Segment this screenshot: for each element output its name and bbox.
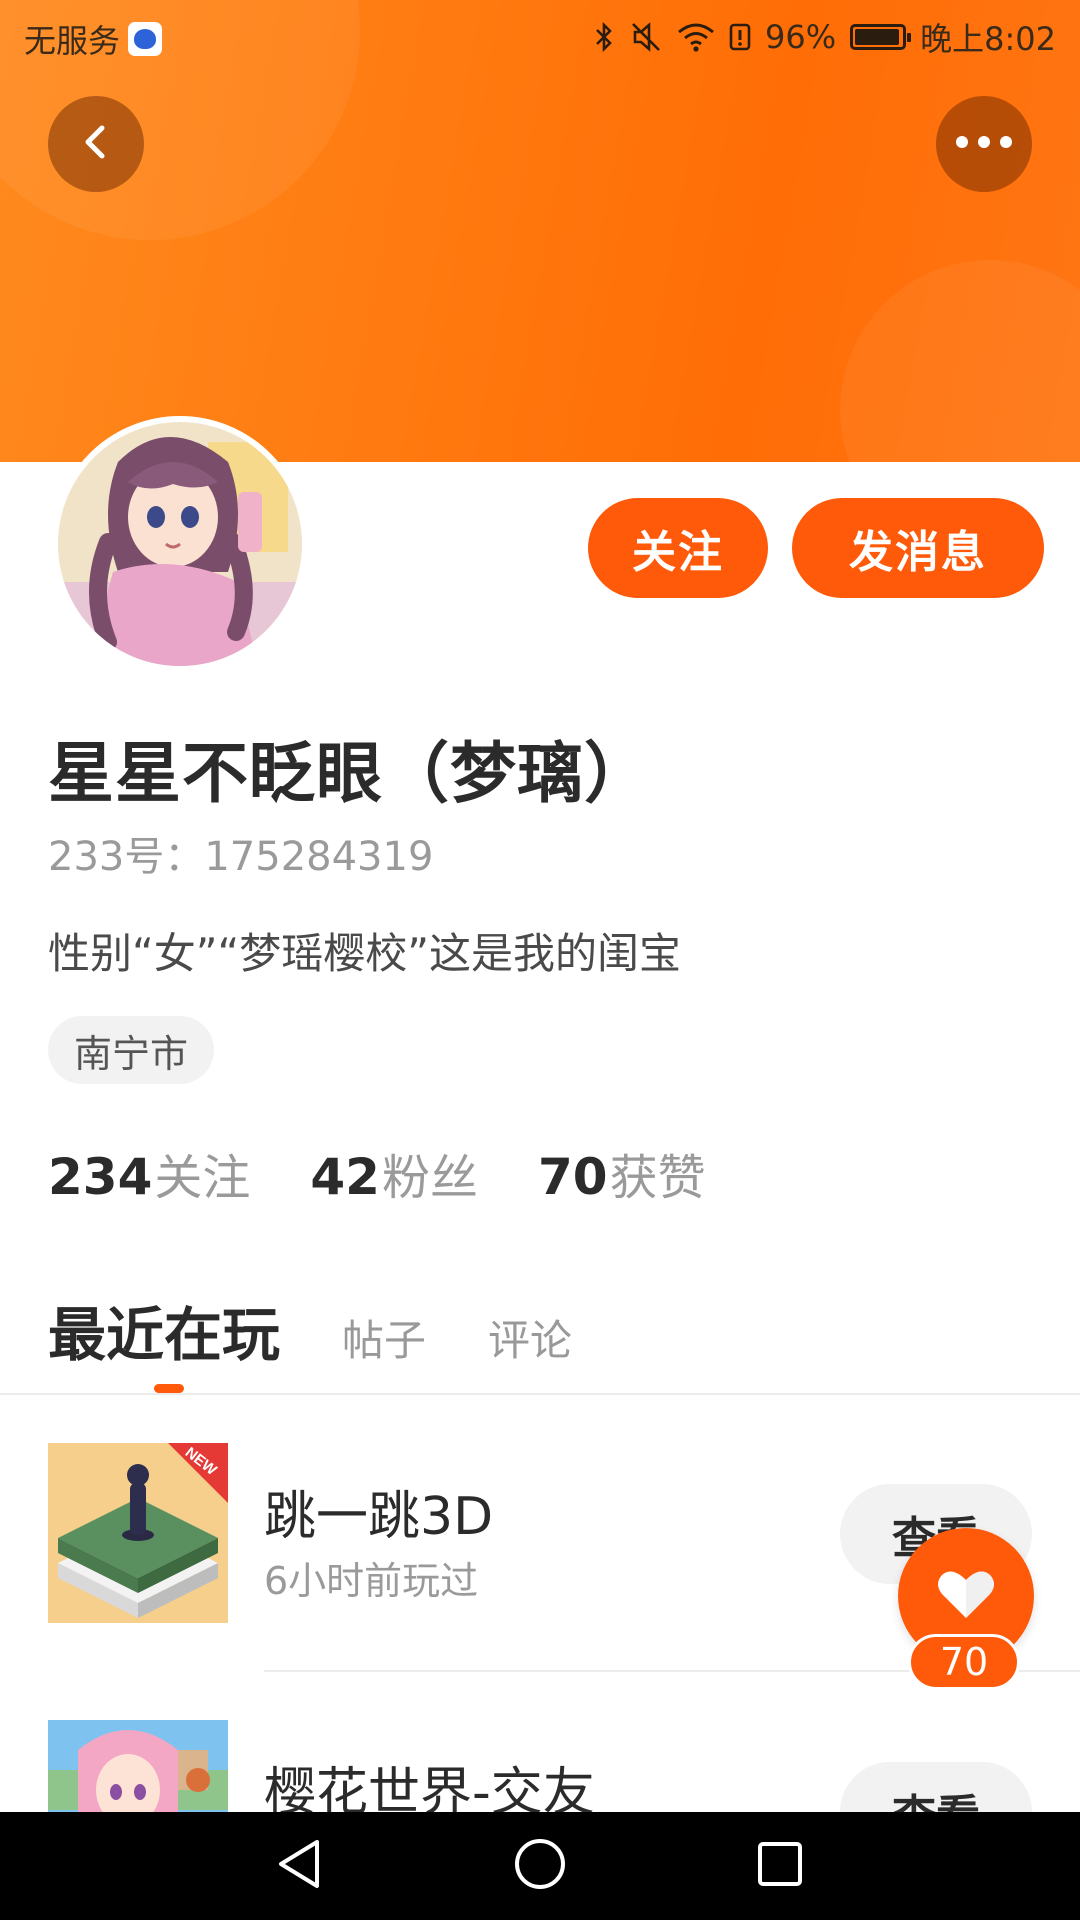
triangle-back-icon — [275, 1838, 325, 1894]
view-game-button[interactable]: 查看 — [840, 1762, 1032, 1812]
chevron-left-icon — [76, 122, 116, 166]
game-title: 跳一跳3D — [264, 1487, 494, 1547]
follow-button[interactable]: 关注 — [588, 498, 768, 598]
stat-label: 获赞 — [609, 1150, 706, 1206]
game-last-played: 6小时前玩过 — [264, 1559, 479, 1603]
nav-recents-button[interactable] — [748, 1834, 812, 1898]
stat-number: 234 — [48, 1148, 153, 1206]
heart-icon — [936, 1566, 996, 1626]
battery-icon — [850, 24, 912, 50]
profile-stats: 234 关注 42 粉丝 70 获赞 — [48, 1138, 706, 1208]
baidu-app-icon — [128, 22, 163, 56]
game-list-item[interactable]: 樱花世界-交友 查看 — [0, 1672, 1080, 1812]
carrier-text: 无服务 — [24, 22, 121, 60]
circle-home-icon — [512, 1836, 568, 1896]
active-tab-indicator — [154, 1384, 184, 1393]
stat-following[interactable]: 234 关注 — [48, 1138, 250, 1208]
profile-tabs: 最近在玩 帖子 评论 — [48, 1288, 572, 1372]
game-thumbnail: NEW — [48, 1443, 228, 1623]
stat-number: 42 — [310, 1148, 380, 1206]
wifi-icon — [677, 21, 715, 53]
clock: 晚上8:02 — [920, 20, 1056, 58]
send-message-button[interactable]: 发消息 — [792, 498, 1044, 598]
more-button[interactable] — [936, 96, 1032, 192]
game-thumbnail — [48, 1720, 228, 1812]
bluetooth-icon — [593, 21, 615, 53]
like-count: 70 — [908, 1634, 1020, 1690]
game-title: 樱花世界-交友 — [264, 1763, 595, 1812]
stat-label: 关注 — [154, 1150, 251, 1206]
tab-divider — [0, 1393, 1080, 1395]
stat-label: 粉丝 — [381, 1150, 478, 1206]
stat-fans[interactable]: 42 粉丝 — [310, 1138, 478, 1208]
battery-percent: 96% — [765, 18, 837, 56]
avatar[interactable] — [52, 416, 308, 672]
user-id: 233号：175284319 — [48, 834, 434, 880]
mute-icon — [629, 21, 663, 53]
back-button[interactable] — [48, 96, 144, 192]
stat-number: 70 — [538, 1148, 608, 1206]
profile-name: 星星不眨眼（梦璃） — [48, 735, 651, 812]
nav-home-button[interactable] — [508, 1834, 572, 1898]
alert-icon — [729, 21, 751, 53]
nav-back-button[interactable] — [268, 1834, 332, 1898]
banner-decoration — [840, 260, 1080, 462]
system-nav-bar — [0, 1812, 1080, 1920]
more-dots-icon — [954, 134, 1014, 154]
profile-bio: 性别“女”“梦瑶樱校”这是我的闺宝 — [48, 929, 682, 978]
tab-comments[interactable]: 评论 — [488, 1307, 572, 1368]
avatar-image — [58, 422, 302, 666]
square-recents-icon — [756, 1840, 804, 1892]
stat-likes: 70 获赞 — [538, 1138, 706, 1208]
status-bar: 无服务 96% 晚上8:02 — [0, 0, 1080, 76]
tab-posts[interactable]: 帖子 — [342, 1307, 426, 1368]
tab-recently-played[interactable]: 最近在玩 — [48, 1288, 280, 1372]
city-tag: 南宁市 — [48, 1016, 215, 1084]
